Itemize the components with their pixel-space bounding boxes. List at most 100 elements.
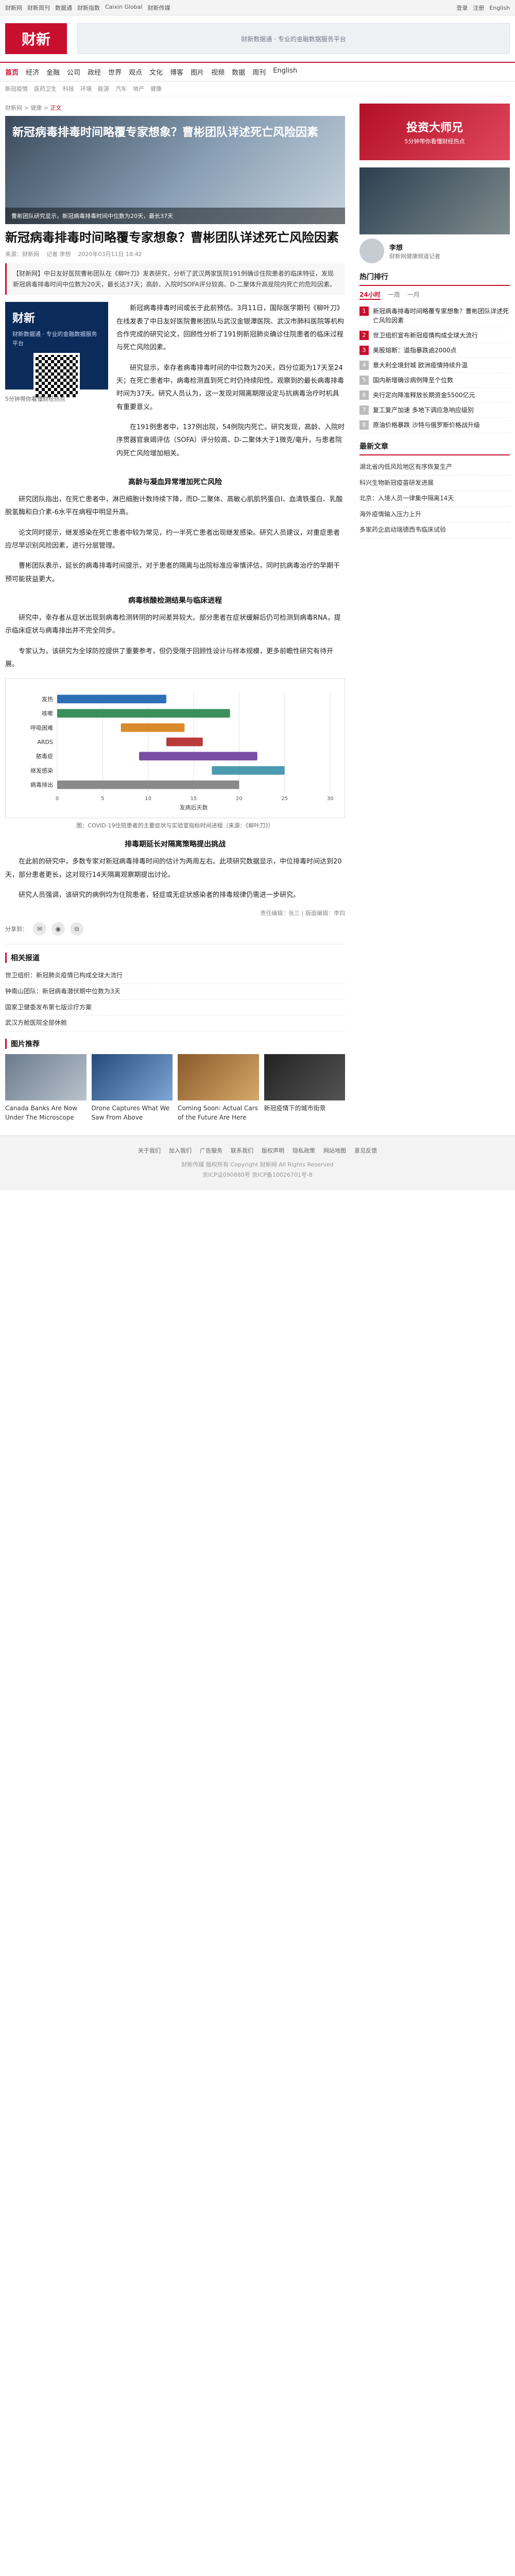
qr-code-icon (33, 353, 80, 400)
related-item[interactable]: 武汉方舱医院全部休舱 (5, 1015, 345, 1031)
rank-item[interactable]: 5 国内新增确诊病例降至个位数 (359, 373, 510, 388)
nav-item[interactable]: 公司 (67, 67, 80, 77)
image-card[interactable]: 新冠疫情下的城市街景 (264, 1054, 345, 1122)
subnav-item[interactable]: 地产 (133, 84, 144, 93)
footer-link[interactable]: 关于我们 (138, 1146, 161, 1155)
promo-caption: 5分钟带你看懂财经热点 (5, 396, 65, 403)
subnav-item[interactable]: 环境 (80, 84, 92, 93)
footer-link[interactable]: 网站地图 (323, 1146, 346, 1155)
article-side-promo: 财新 财新数据通 · 专业的金融数据服务平台 5分钟带你看懂财经热点 (5, 302, 108, 467)
nav-item[interactable]: English (273, 67, 297, 77)
rank-item[interactable]: 8 原油价格暴跌 沙特与俄罗斯价格战升级 (359, 418, 510, 433)
footer-link[interactable]: 广告服务 (200, 1146, 222, 1155)
top-link[interactable]: 财新传媒 (148, 4, 170, 12)
footer-link[interactable]: 隐私政策 (293, 1146, 315, 1155)
x-tick-label: 15 (191, 796, 197, 802)
latest-item[interactable]: 海外疫情输入压力上升 (359, 507, 510, 523)
latest-item[interactable]: 科兴生物新冠疫苗研发进展 (359, 476, 510, 492)
header-ad-banner[interactable]: 财新数据通 · 专业的金融数据服务平台 (77, 23, 510, 54)
share-label: 分享到： (5, 926, 28, 933)
image-card[interactable]: Coming Soon: Actual Cars of the Future A… (178, 1054, 259, 1122)
rank-item[interactable]: 7 复工复产加速 多地下调应急响应级别 (359, 403, 510, 418)
subnav-item[interactable]: 医药卫生 (34, 84, 57, 93)
sub-nav: 新冠疫情 医药卫生 科技 环境 能源 汽车 地产 健康 (5, 81, 510, 96)
timeline-chart: 0 5 10 15 20 25 30 发热咳嗽呼吸困难 ARDS 脓毒症继发感染病毒排出发病后天数 (30, 692, 333, 811)
top-link[interactable]: 财新周刊 (27, 4, 50, 12)
site-logo[interactable]: 财新 (5, 23, 67, 54)
wechat-share-icon[interactable]: ✉ (33, 922, 46, 936)
card-title: 新冠疫情下的城市街景 (264, 1104, 326, 1112)
nav-item[interactable]: 文化 (149, 67, 163, 77)
hero-caption: 曹彬团队研究显示，新冠病毒排毒时间中位数为20天，最长37天 (5, 208, 345, 224)
rank-item[interactable]: 1 新冠病毒排毒时间略覆专家想象？曹彬团队详述死亡风险因素 (359, 304, 510, 328)
latest-item[interactable]: 多家药企启动瑞德西韦临床试验 (359, 522, 510, 538)
cards-title: 图片推荐 (5, 1038, 345, 1049)
app-promo-card[interactable]: 财新 财新数据通 · 专业的金融数据服务平台 (5, 302, 108, 400)
main-column: 财新网 > 健康 > 正文 新冠病毒排毒时间略覆专家想象？曹彬团队详述死亡风险因… (5, 104, 345, 1122)
nav-item[interactable]: 博客 (170, 67, 183, 77)
breadcrumb-current: 正文 (50, 105, 62, 111)
image-card[interactable]: Canada Banks Are Now Under The Microscop… (5, 1054, 87, 1122)
article-paragraph: 研究显示，幸存者病毒排毒时间的中位数为20天，四分位距为17天至24天；在死亡患… (116, 364, 345, 411)
nav-item[interactable]: 世界 (108, 67, 122, 77)
rank-item[interactable]: 6 央行定向降准释放长期资金5500亿元 (359, 388, 510, 403)
image-card[interactable]: Drone Captures What We Saw From Above (91, 1054, 173, 1122)
latest-item[interactable]: 北京：入境人员一律集中隔离14天 (359, 491, 510, 507)
top-link[interactable]: 财新网 (5, 4, 22, 12)
article-paragraph: 在此前的研究中，多数专家对新冠病毒排毒时间的估计为两周左右。此项研究数据显示，中… (5, 858, 342, 879)
link-share-icon[interactable]: ⧉ (70, 922, 83, 936)
rank-item[interactable]: 3 美股熔断：道指暴跌逾2000点 (359, 343, 510, 358)
footer-link[interactable]: 加入我们 (169, 1146, 192, 1155)
subnav-item[interactable]: 汽车 (115, 84, 127, 93)
top-link[interactable]: 数据通 (55, 4, 72, 12)
main-nav: 首页 经济 金融 公司 政经 世界 观点 文化 博客 图片 视频 数据 周刊 E… (0, 62, 515, 81)
weibo-share-icon[interactable]: ◉ (52, 922, 65, 936)
latest-head: 最新文章 (359, 441, 510, 455)
subnav-item[interactable]: 健康 (150, 84, 162, 93)
login-link[interactable]: 登录 (456, 4, 468, 12)
author-card[interactable]: 李想 财新网健康频道记者 (359, 239, 510, 263)
related-item[interactable]: 钟南山团队：新冠病毒潜伏期中位数为3天 (5, 984, 345, 1000)
x-tick-label: 20 (236, 796, 243, 802)
rank-item[interactable]: 4 意大利全境封城 欧洲疫情持续升温 (359, 358, 510, 373)
tab-24h[interactable]: 24小时 (359, 290, 381, 300)
latest-item[interactable]: 湖北省内低风险地区有序恢复生产 (359, 460, 510, 476)
nav-item[interactable]: 视频 (211, 67, 225, 77)
sidebar-ad[interactable]: 投资大师兄 5分钟带你看懂财经热点 (359, 104, 510, 160)
top-link[interactable]: Caixin Global (105, 4, 143, 12)
rank-item[interactable]: 2 世卫组织宣布新冠疫情构成全球大流行 (359, 328, 510, 343)
x-tick-label: 25 (281, 796, 288, 802)
nav-item[interactable]: 金融 (46, 67, 60, 77)
nav-item[interactable]: 经济 (26, 67, 39, 77)
nav-item[interactable]: 政经 (88, 67, 101, 77)
article-body: 新冠病毒排毒时间或长于此前预估。3月11日，国际医学期刊《柳叶刀》在线发表了中日… (116, 302, 345, 467)
sidebar-image[interactable] (359, 167, 510, 234)
article-paragraph: 研究团队指出，在死亡患者中，淋巴细胞计数持续下降，而D-二聚体、高敏心肌肌钙蛋白… (5, 495, 343, 517)
footer-link[interactable]: 意见反馈 (354, 1146, 377, 1155)
english-link[interactable]: English (489, 5, 510, 11)
subnav-item[interactable]: 能源 (98, 84, 109, 93)
register-link[interactable]: 注册 (473, 4, 484, 12)
tab-week[interactable]: 一周 (388, 290, 400, 300)
nav-item[interactable]: 图片 (191, 67, 204, 77)
timeline-bar (57, 694, 166, 704)
rank-number: 7 (359, 405, 369, 415)
breadcrumb-path[interactable]: 财新网 > 健康 > (5, 105, 48, 111)
rank-text: 意大利全境封城 欧洲疫情持续升温 (373, 362, 468, 369)
footer: 关于我们 加入我们 广告服务 联系我们 版权声明 隐私政策 网站地图 意见反馈 … (0, 1135, 515, 1191)
rank-text: 国内新增确诊病例降至个位数 (373, 377, 454, 384)
related-item[interactable]: 国家卫健委发布第七版诊疗方案 (5, 1000, 345, 1016)
nav-item-home[interactable]: 首页 (5, 67, 19, 77)
nav-item[interactable]: 观点 (129, 67, 142, 77)
tab-month[interactable]: 一月 (407, 290, 420, 300)
top-link[interactable]: 财新指数 (77, 4, 100, 12)
x-axis-label: 发病后天数 (180, 804, 208, 811)
nav-item[interactable]: 数据 (232, 67, 245, 77)
related-item[interactable]: 世卫组织：新冠肺炎疫情已构成全球大流行 (5, 968, 345, 985)
row-label: 咳嗽 (42, 710, 53, 717)
subnav-item[interactable]: 新冠疫情 (5, 84, 28, 93)
footer-link[interactable]: 联系我们 (231, 1146, 253, 1155)
nav-item[interactable]: 周刊 (252, 67, 266, 77)
subnav-item[interactable]: 科技 (63, 84, 74, 93)
footer-link[interactable]: 版权声明 (262, 1146, 284, 1155)
